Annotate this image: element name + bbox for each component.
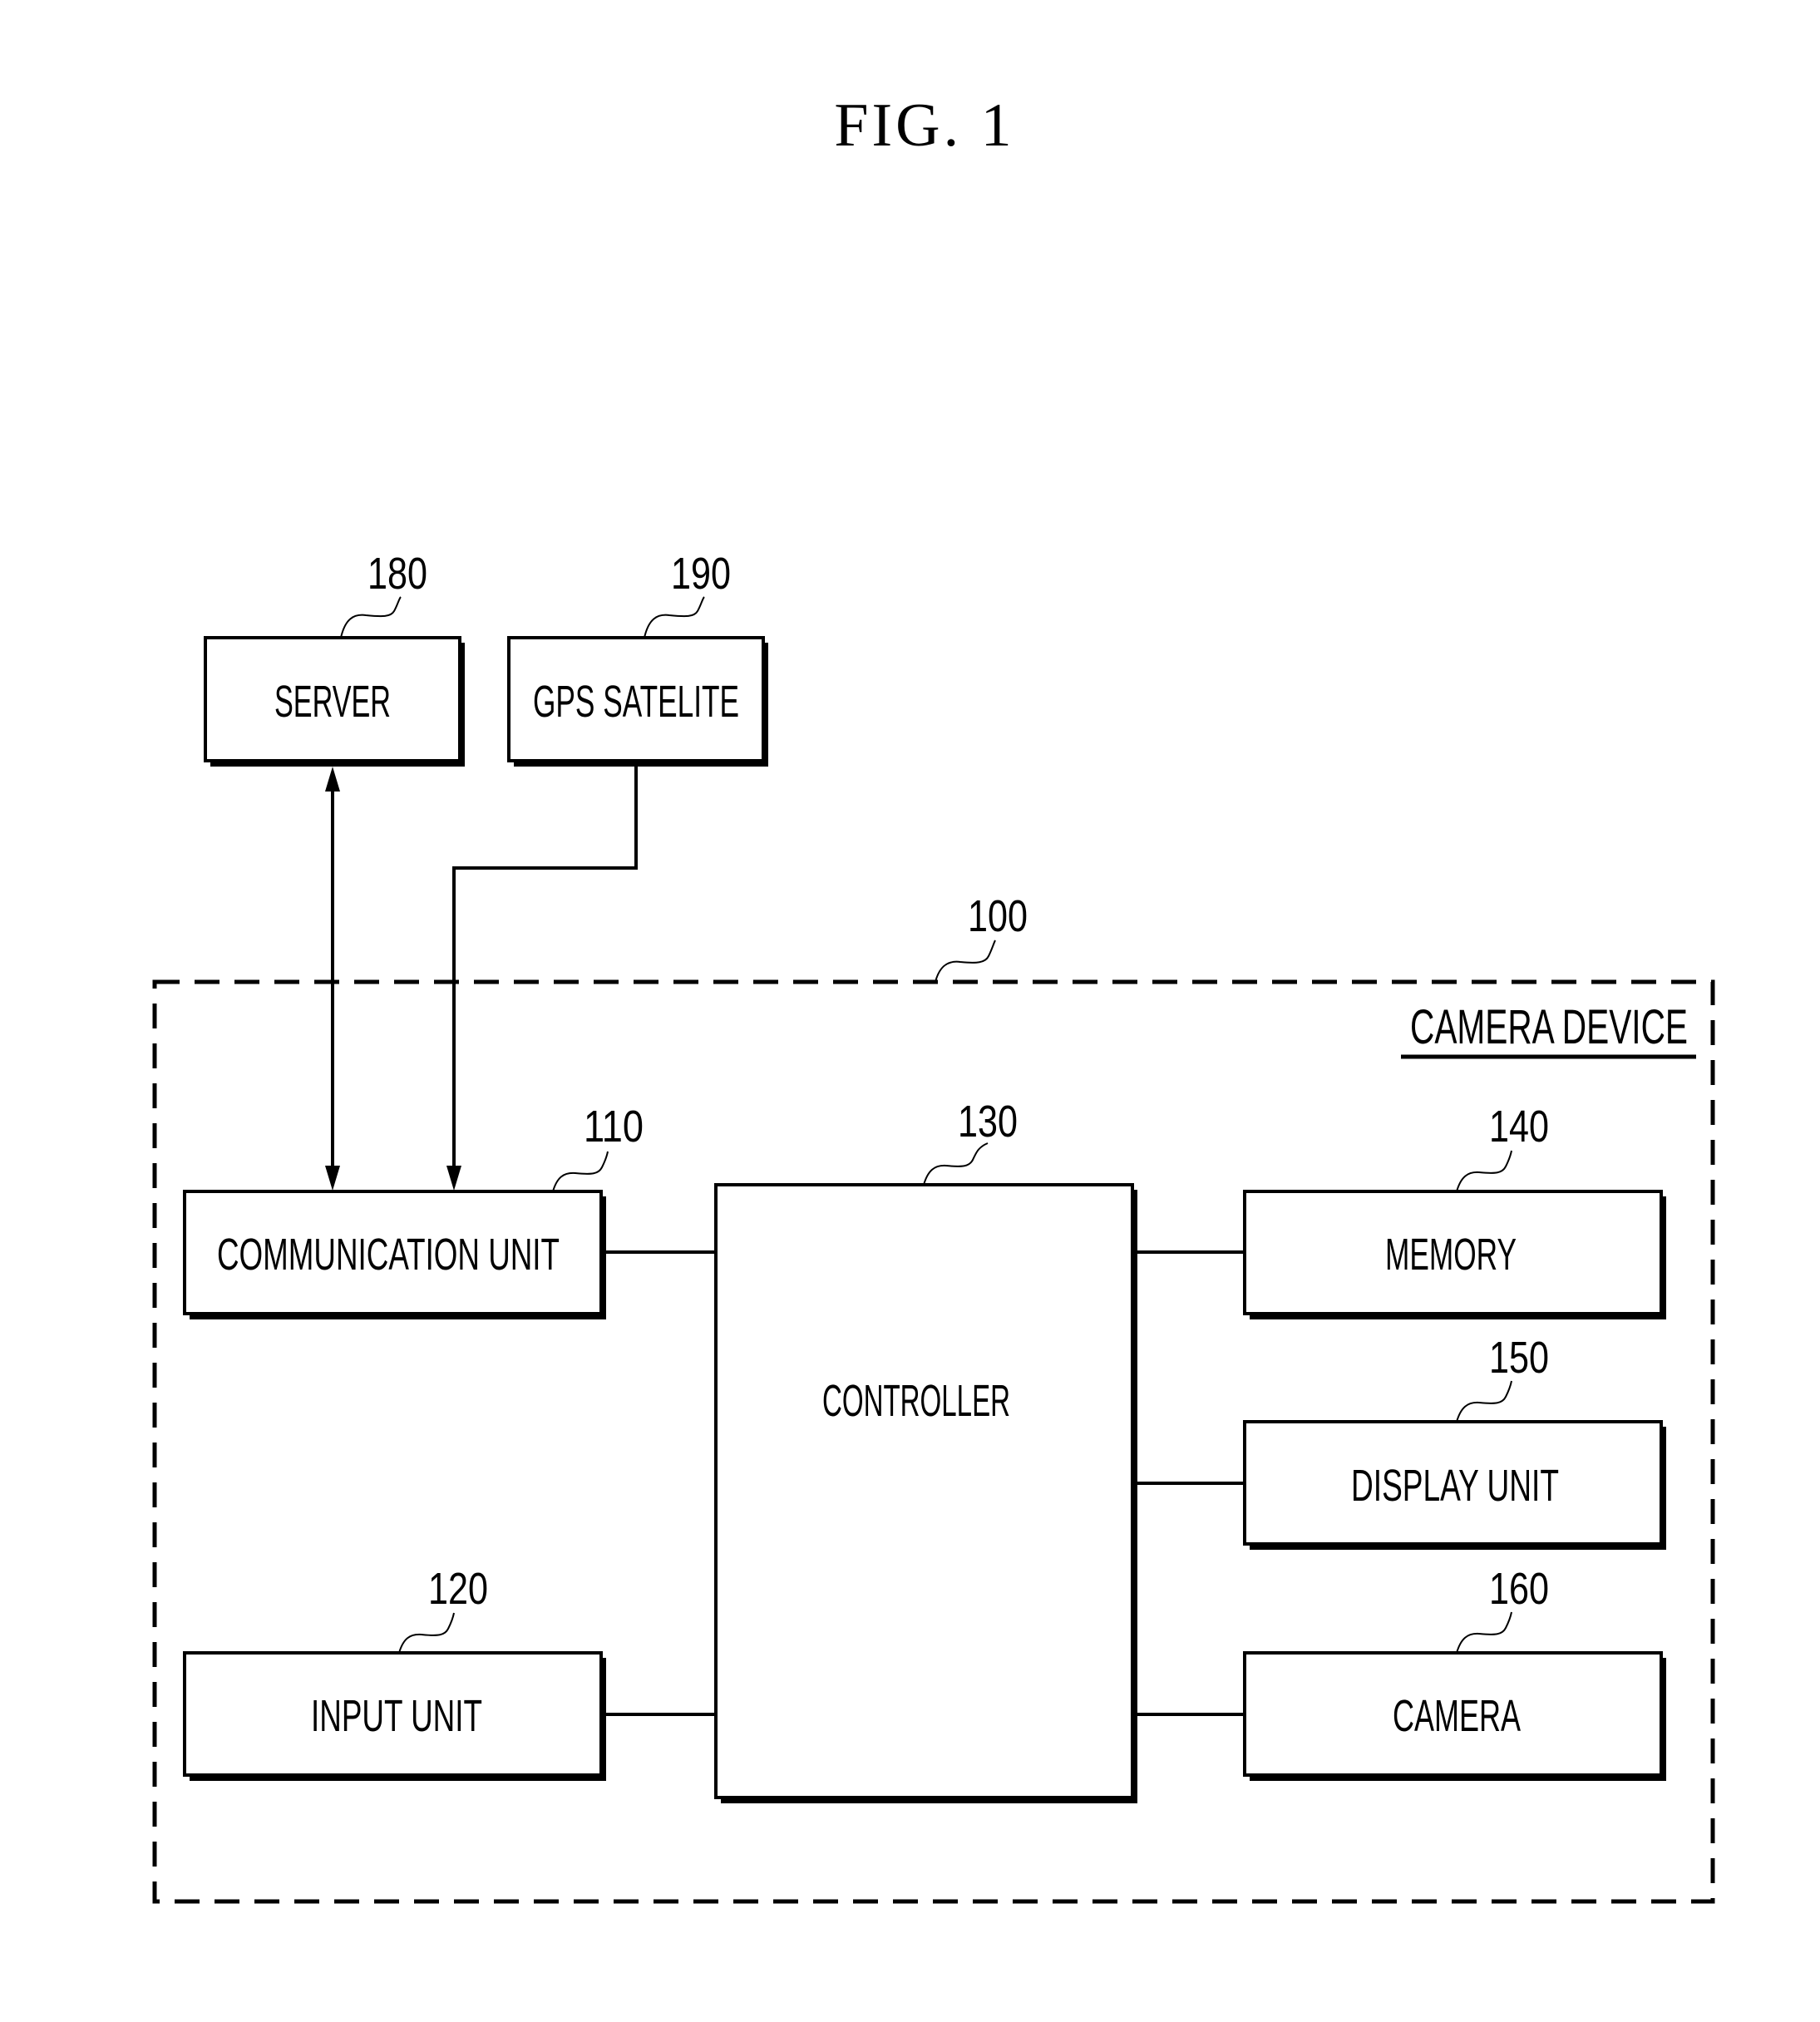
input-leader-line bbox=[398, 1612, 455, 1654]
gps-ref-number: 190 bbox=[671, 549, 731, 599]
input-label: INPUT UNIT bbox=[311, 1691, 482, 1741]
server-block: SERVER bbox=[204, 636, 465, 767]
block-diagram: FIG. 1 SERVER 180 GPS SATELITE 190 100 C… bbox=[152, 91, 1715, 1904]
server-label: SERVER bbox=[274, 677, 391, 727]
memory-block: MEMORY bbox=[1243, 1190, 1666, 1319]
camera-device-leader-line bbox=[935, 939, 996, 983]
display-ref-number: 150 bbox=[1489, 1333, 1549, 1383]
input-unit-block: INPUT UNIT bbox=[183, 1651, 606, 1781]
camera-label: CAMERA bbox=[1393, 1691, 1521, 1741]
server-ref-number: 180 bbox=[367, 549, 427, 599]
figure-title: FIG. 1 bbox=[834, 91, 1014, 160]
camera-leader-line bbox=[1456, 1611, 1512, 1654]
gps-label: GPS SATELITE bbox=[533, 677, 739, 727]
gps-leader-line bbox=[644, 596, 705, 639]
display-leader-line bbox=[1456, 1380, 1512, 1423]
controller-block: CONTROLLER bbox=[714, 1183, 1137, 1803]
communication-ref-number: 110 bbox=[584, 1102, 644, 1152]
controller-label: CONTROLLER bbox=[822, 1376, 1010, 1426]
display-label: DISPLAY UNIT bbox=[1351, 1461, 1559, 1511]
input-ref-number: 120 bbox=[428, 1564, 488, 1614]
camera-block: CAMERA bbox=[1243, 1651, 1666, 1781]
communication-unit-block: COMMUNICATION UNIT bbox=[183, 1190, 606, 1319]
memory-ref-number: 140 bbox=[1489, 1102, 1549, 1152]
controller-leader-line bbox=[923, 1142, 989, 1186]
gps-arrowhead-down bbox=[446, 1166, 461, 1191]
memory-label: MEMORY bbox=[1385, 1230, 1517, 1280]
comm-arrowhead-down bbox=[325, 1166, 340, 1191]
server-arrowhead-up bbox=[325, 767, 340, 792]
memory-leader-line bbox=[1456, 1150, 1512, 1192]
controller-ref-number: 130 bbox=[958, 1097, 1018, 1147]
camera-device-label: CAMERA DEVICE bbox=[1410, 1000, 1688, 1054]
display-unit-block: DISPLAY UNIT bbox=[1243, 1420, 1666, 1550]
controller-frame bbox=[714, 1183, 1134, 1799]
camera-ref-number: 160 bbox=[1489, 1564, 1549, 1614]
gps-satellite-block: GPS SATELITE bbox=[507, 636, 768, 767]
communication-label: COMMUNICATION UNIT bbox=[217, 1230, 560, 1280]
camera-device-ref-number: 100 bbox=[968, 891, 1028, 941]
server-leader-line bbox=[340, 596, 402, 639]
communication-leader-line bbox=[552, 1151, 609, 1192]
